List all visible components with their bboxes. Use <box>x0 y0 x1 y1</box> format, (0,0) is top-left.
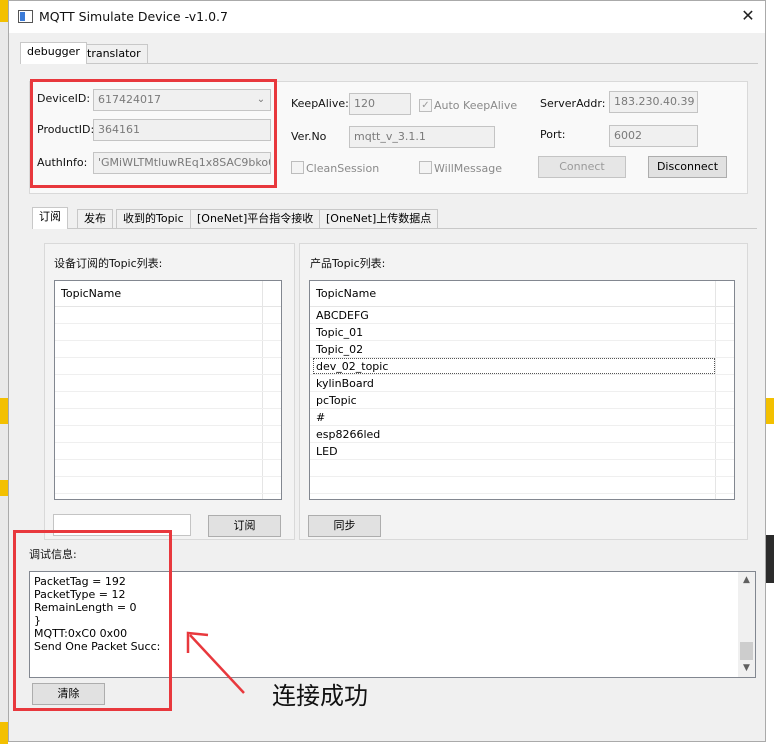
tab-onenet-commands[interactable]: [OneNet]平台指令接收 <box>190 209 321 229</box>
tab-debugger[interactable]: debugger <box>20 42 87 64</box>
window-title: MQTT Simulate Device -v1.0.7 <box>39 9 228 24</box>
tab-publish[interactable]: 发布 <box>77 209 113 229</box>
annotation-text: 连接成功 <box>272 682 368 710</box>
highlight-connection-fields <box>30 79 277 188</box>
auto-keepalive-label: Auto KeepAlive <box>434 99 518 112</box>
device-topic-list[interactable]: TopicName <box>54 280 282 500</box>
tab-received-topic[interactable]: 收到的Topic <box>116 209 191 229</box>
empty-row <box>55 375 281 392</box>
title-bar: MQTT Simulate Device -v1.0.7 ✕ <box>9 1 765 33</box>
subscribe-button[interactable]: 订阅 <box>208 515 281 537</box>
list-item[interactable]: Topic_01 <box>310 324 734 341</box>
list-item[interactable]: ABCDEFG <box>310 307 734 324</box>
will-message-label: WillMessage <box>434 162 503 175</box>
empty-row <box>55 307 281 324</box>
scroll-thumb[interactable] <box>740 642 753 660</box>
list-item[interactable]: esp8266led <box>310 426 734 443</box>
port-label: Port: <box>540 128 566 141</box>
product-topic-list[interactable]: TopicName ABCDEFG Topic_01 Topic_02 dev_02_… <box>309 280 735 500</box>
device-topic-list-title: 设备订阅的Topic列表: <box>54 257 163 270</box>
empty-row <box>55 460 281 477</box>
close-icon[interactable]: ✕ <box>733 5 763 27</box>
empty-row <box>310 460 734 477</box>
scroll-down-icon[interactable]: ▼ <box>738 660 755 677</box>
disconnect-button[interactable]: Disconnect <box>648 156 727 178</box>
empty-row <box>55 341 281 358</box>
keepalive-field[interactable]: 120 <box>349 93 411 115</box>
product-topic-column-header[interactable]: TopicName <box>310 281 734 307</box>
empty-row <box>55 443 281 460</box>
empty-row <box>55 392 281 409</box>
product-topic-list-title: 产品Topic列表: <box>310 257 386 270</box>
empty-row <box>310 477 734 494</box>
connect-button[interactable]: Connect <box>538 156 626 178</box>
tab-subscribe[interactable]: 订阅 <box>32 207 68 229</box>
checkmark-icon: ✓ <box>421 100 430 111</box>
server-addr-label: ServerAddr: <box>540 97 606 110</box>
empty-row <box>55 358 281 375</box>
empty-row <box>55 426 281 443</box>
auto-keepalive-checkbox[interactable]: ✓ <box>419 99 432 112</box>
device-topic-column-header[interactable]: TopicName <box>55 281 281 307</box>
tab-strip-divider <box>20 63 758 64</box>
tab-onenet-datapoints[interactable]: [OneNet]上传数据点 <box>319 209 439 229</box>
background-app-left-edge <box>0 0 8 744</box>
keepalive-label: KeepAlive: <box>291 97 349 110</box>
will-message-checkbox[interactable] <box>419 161 432 174</box>
annotation-arrow <box>186 631 245 694</box>
app-icon <box>18 10 33 23</box>
subtab-divider <box>32 228 757 229</box>
verno-field[interactable]: mqtt_v_3.1.1 <box>349 126 495 148</box>
list-item[interactable]: dev_02_topic <box>310 358 734 375</box>
highlight-debug-output <box>13 530 172 711</box>
empty-row <box>55 324 281 341</box>
background-app-right-edge <box>766 0 774 744</box>
tab-translator[interactable]: translator <box>80 44 148 64</box>
debug-scrollbar[interactable]: ▲ ▼ <box>738 572 755 677</box>
list-item[interactable]: # <box>310 409 734 426</box>
empty-row <box>55 409 281 426</box>
verno-label: Ver.No <box>291 130 327 143</box>
empty-row <box>55 477 281 494</box>
list-item[interactable]: Topic_02 <box>310 341 734 358</box>
list-item[interactable]: pcTopic <box>310 392 734 409</box>
focus-rectangle <box>313 358 715 374</box>
sync-button[interactable]: 同步 <box>308 515 381 537</box>
clean-session-label: CleanSession <box>306 162 380 175</box>
port-field[interactable]: 6002 <box>609 125 698 147</box>
list-item[interactable]: kylinBoard <box>310 375 734 392</box>
scroll-up-icon[interactable]: ▲ <box>738 572 755 589</box>
list-item[interactable]: LED <box>310 443 734 460</box>
clean-session-checkbox[interactable] <box>291 161 304 174</box>
server-addr-field[interactable]: 183.230.40.39 <box>609 91 698 113</box>
